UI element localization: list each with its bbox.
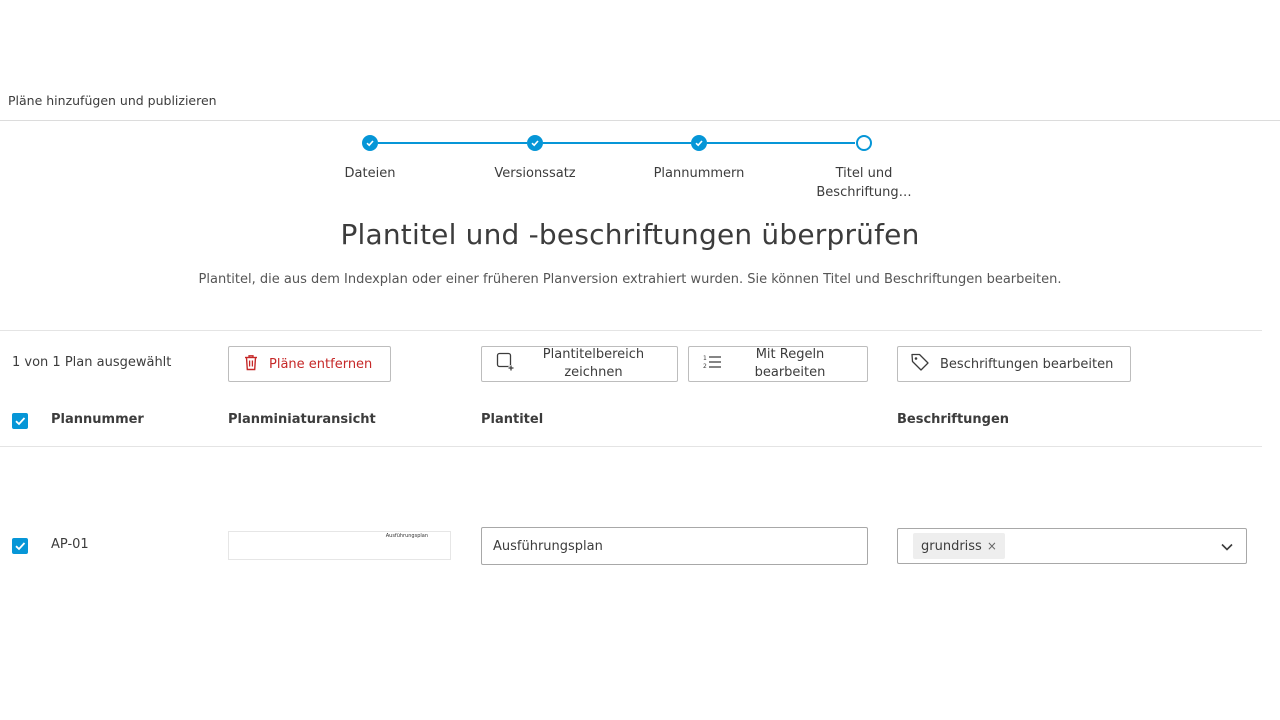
plan-thumbnail[interactable]: Ausführungsplan bbox=[228, 531, 451, 560]
page-subtitle: Plantitel, die aus dem Indexplan oder ei… bbox=[198, 272, 1062, 287]
stepper-connector bbox=[378, 142, 527, 144]
step-label-plan-numbers[interactable]: Plannummern bbox=[639, 164, 759, 183]
edit-tags-label: Beschriftungen bearbeiten bbox=[940, 356, 1114, 372]
svg-text:1: 1 bbox=[703, 355, 707, 362]
step-label-version-set[interactable]: Versionssatz bbox=[475, 164, 595, 183]
row-plan-number: AP-01 bbox=[51, 537, 89, 552]
column-header-plan-title[interactable]: Plantitel bbox=[481, 412, 543, 427]
column-header-thumbnail: Planminiaturansicht bbox=[228, 412, 376, 427]
remove-tag-icon[interactable]: × bbox=[987, 539, 997, 553]
page-title: Plantitel und -beschriftungen überprüfen bbox=[340, 218, 920, 251]
thumbnail-title-text: Ausführungsplan bbox=[385, 533, 428, 539]
row-select-checkbox[interactable] bbox=[12, 538, 28, 554]
step-4-current-icon bbox=[856, 135, 872, 151]
edit-with-rules-label: Mit Regeln bearbeiten bbox=[754, 347, 826, 380]
table-header-divider bbox=[0, 446, 1262, 447]
select-all-checkbox[interactable] bbox=[12, 413, 28, 429]
edit-with-rules-button[interactable]: 1 2 Mit Regeln bearbeiten bbox=[688, 346, 868, 382]
draw-title-area-label: Plantitelbereich zeichnen bbox=[542, 347, 645, 380]
step-3-check-icon[interactable] bbox=[691, 135, 707, 151]
stepper-connector bbox=[707, 142, 855, 144]
remove-plans-label: Pläne entfernen bbox=[269, 356, 373, 372]
trash-icon bbox=[243, 354, 259, 375]
svg-text:2: 2 bbox=[703, 363, 707, 370]
step-label-title-tags: Titel und Beschriftung… bbox=[816, 166, 912, 200]
tags-select[interactable]: grundriss × bbox=[897, 528, 1247, 564]
tag-icon bbox=[910, 352, 930, 376]
remove-plans-button[interactable]: Pläne entfernen bbox=[228, 346, 391, 382]
step-1-check-icon[interactable] bbox=[362, 135, 378, 151]
step-2-check-icon[interactable] bbox=[527, 135, 543, 151]
numbered-list-icon: 1 2 bbox=[703, 354, 723, 374]
draw-area-icon bbox=[496, 352, 516, 376]
plan-title-input[interactable] bbox=[481, 527, 868, 565]
tag-chip-label: grundriss bbox=[921, 538, 982, 554]
tag-chip: grundriss × bbox=[913, 533, 1005, 559]
draw-title-area-button[interactable]: Plantitelbereich zeichnen bbox=[481, 346, 678, 382]
step-label-files[interactable]: Dateien bbox=[310, 164, 430, 183]
column-header-tags: Beschriftungen bbox=[897, 412, 1010, 427]
selection-count: 1 von 1 Plan ausgewählt bbox=[12, 355, 172, 370]
chevron-down-icon[interactable] bbox=[1220, 540, 1234, 554]
toolbar-divider bbox=[0, 330, 1262, 331]
wizard-stepper: Dateien Versionssatz Plannummern Titel u… bbox=[0, 0, 1280, 210]
edit-tags-button[interactable]: Beschriftungen bearbeiten bbox=[897, 346, 1131, 382]
stepper-connector bbox=[543, 142, 691, 144]
column-header-plan-number[interactable]: Plannummer bbox=[51, 412, 144, 427]
